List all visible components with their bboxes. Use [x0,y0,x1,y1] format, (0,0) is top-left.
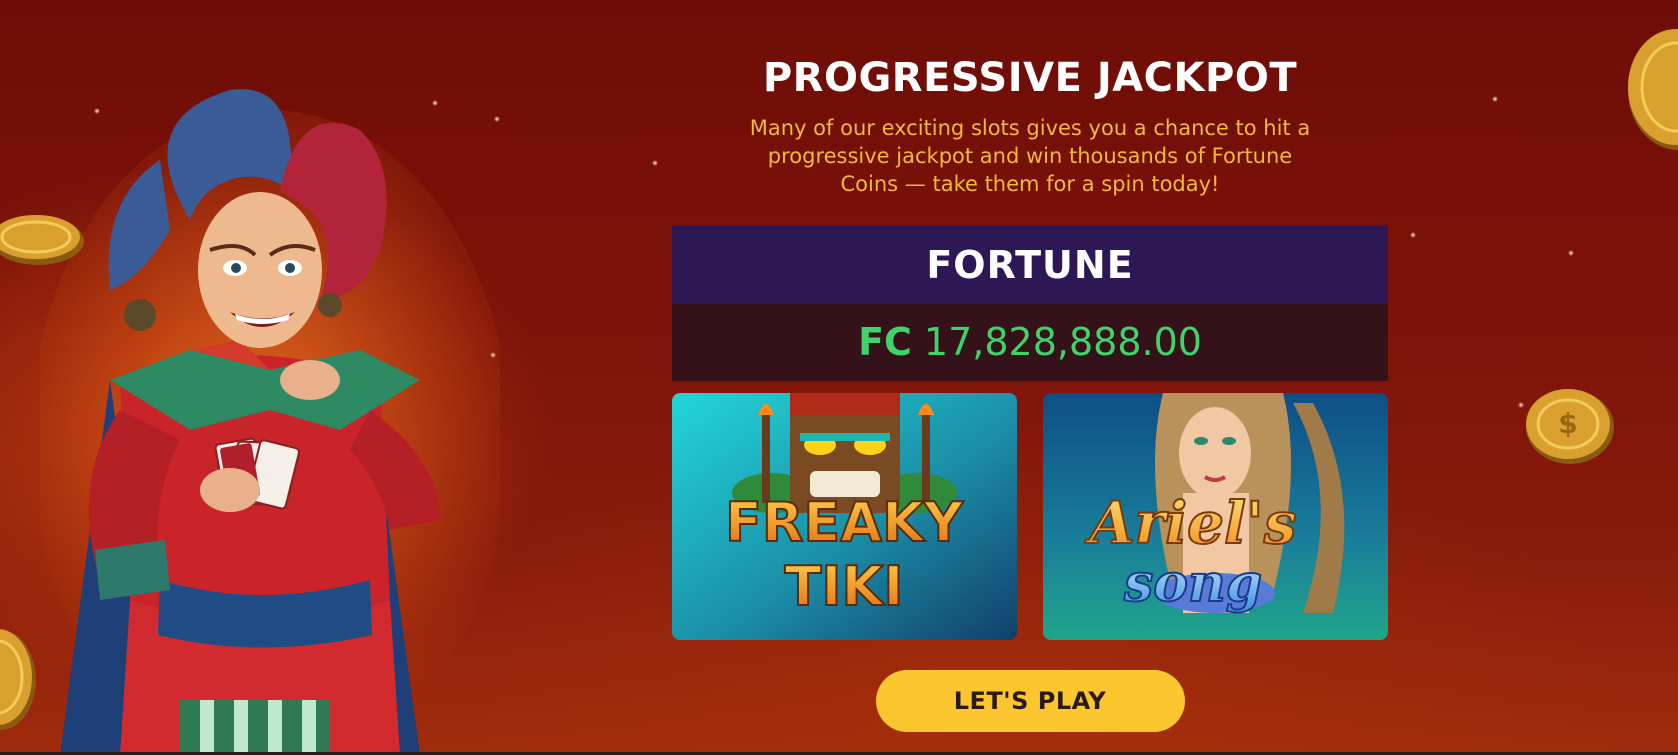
jackpot-promo: PROGRESSIVE JACKPOT Many of our exciting… [672,40,1388,732]
lets-play-button[interactable]: LET'S PLAY [875,670,1185,732]
sparkle [1410,232,1416,238]
gold-coin-icon [0,629,36,730]
game-card-ariels-song[interactable]: Ariel's song [1043,393,1388,640]
game-card-freaky-tiki[interactable]: FREAKY TIKI [672,393,1017,640]
amount-value: 17,828,888.00 [923,320,1202,364]
joker-illustration [40,89,500,755]
currency-label: FC [858,320,912,364]
promo-title: PROGRESSIVE JACKPOT [762,55,1298,101]
ariels-song-title-line2: song [1123,553,1262,614]
jackpot-amount: FC 17,828,888.00 [672,304,1388,381]
sparkle [652,160,658,166]
freaky-tiki-title-line2: TIKI [785,555,904,618]
gold-coin-icon [1628,29,1678,150]
jackpot-panel: FORTUNE FC 17,828,888.00 [672,226,1388,381]
promo-description: Many of our exciting slots gives you a c… [749,116,1311,196]
tiki-mask-art: FREAKY TIKI [672,393,1017,640]
jackpot-name: FORTUNE [672,226,1388,304]
freaky-tiki-title-line1: FREAKY [725,491,964,554]
mermaid-art: Ariel's song [1043,393,1388,640]
gold-coin-icon: $ [1526,389,1614,464]
sparkle [1568,250,1574,256]
sparkle [1492,96,1498,102]
game-list: FREAKY TIKI Ariel's song [672,393,1388,640]
ariels-song-title-line1: Ariel's [1085,489,1297,557]
svg-text:$: $ [1558,407,1577,440]
